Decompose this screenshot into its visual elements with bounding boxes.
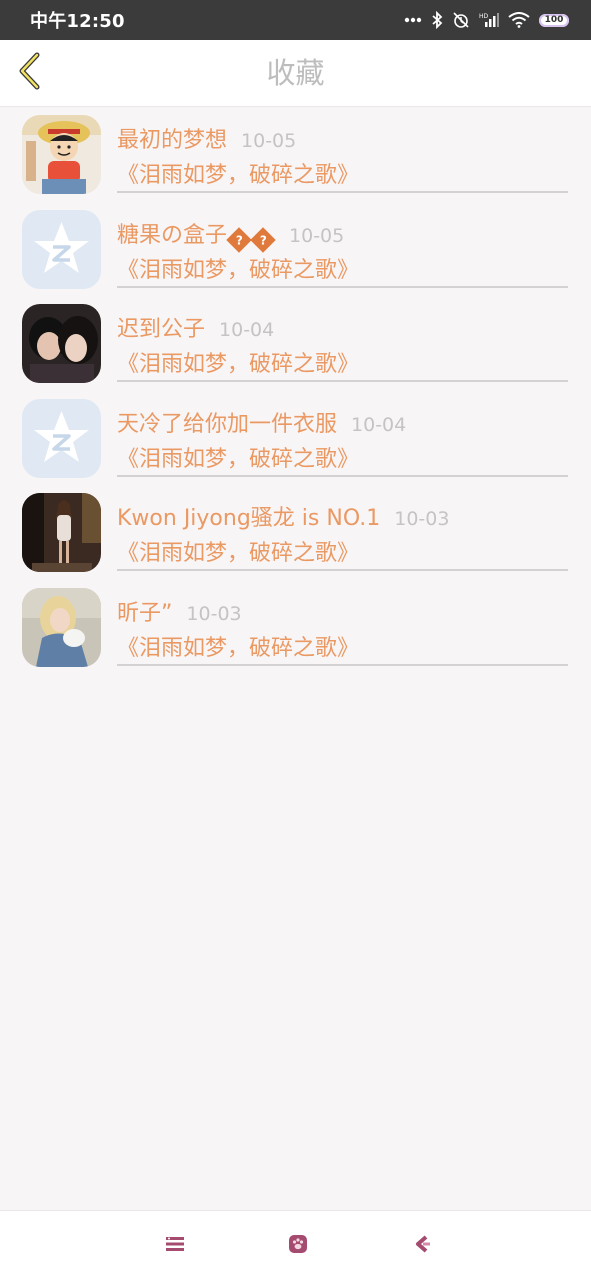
back-arrow-icon <box>414 1235 432 1257</box>
username[interactable]: 天冷了给你加一件衣服 <box>117 412 337 437</box>
song-title[interactable]: 《泪雨如梦，破碎之歌》 <box>117 346 359 378</box>
date: 10-05 <box>289 224 345 247</box>
date: 10-05 <box>241 130 297 152</box>
page-title: 收藏 <box>266 56 325 90</box>
user-avatar[interactable] <box>22 304 101 384</box>
status-time: 中午12:50 <box>30 11 125 32</box>
song-title[interactable]: 《泪雨如梦，破碎之歌》 <box>117 630 359 662</box>
song-title[interactable]: 《泪雨如梦，破碎之歌》 <box>117 157 359 189</box>
favorites-list: 最初的梦想 10-05 《泪雨如梦，破碎之歌》 糖果の盒子?? 10-05 《泪雨如… <box>0 107 591 675</box>
status-bar: 中午12:50 HD 100 <box>0 0 591 40</box>
favorites-screen: 中午12:50 HD 100 收藏 最初的梦想 10-05 《泪雨如梦，破碎之歌… <box>0 0 591 1280</box>
song-title[interactable]: 《泪雨如梦，破碎之歌》 <box>117 535 359 567</box>
status-icons: HD 100 <box>404 11 569 29</box>
date: 10-03 <box>394 508 450 531</box>
home-button[interactable] <box>283 1231 313 1261</box>
username[interactable]: Kwon Jiyong骚龙 is NO.1 <box>117 506 380 531</box>
wifi-icon <box>508 12 530 28</box>
bluetooth-icon <box>431 11 443 29</box>
hd-signal-icon: HD <box>479 12 499 28</box>
list-item[interactable]: 迟到公子 10-04 《泪雨如梦，破碎之歌》 <box>0 296 591 391</box>
item-text: Kwon Jiyong骚龙 is NO.1 10-03 《泪雨如梦，破碎之歌》 <box>117 485 568 572</box>
user-avatar[interactable] <box>22 209 101 289</box>
song-title[interactable]: 《泪雨如梦，破碎之歌》 <box>117 252 359 284</box>
back-nav-button[interactable] <box>408 1231 438 1261</box>
item-text: 糖果の盒子?? 10-05 《泪雨如梦，破碎之歌》 <box>117 202 568 288</box>
unknown-glyph-icon: ? <box>250 226 276 253</box>
more-dots-icon <box>404 17 422 23</box>
date: 10-04 <box>219 319 275 342</box>
username[interactable]: 糖果の盒子?? <box>117 223 276 253</box>
unknown-glyph-icon: ? <box>226 226 252 253</box>
chevron-left-icon <box>17 52 43 94</box>
bottom-nav <box>0 1210 591 1280</box>
username[interactable]: 昕子” <box>117 601 172 626</box>
svg-text:HD: HD <box>479 13 489 20</box>
item-text: 昕子” 10-03 《泪雨如梦，破碎之歌》 <box>117 580 568 666</box>
item-text: 最初的梦想 10-05 《泪雨如梦，破碎之歌》 <box>117 107 568 193</box>
header-bar: 收藏 <box>0 40 591 107</box>
item-text: 天冷了给你加一件衣服 10-04 《泪雨如梦，破碎之歌》 <box>117 391 568 477</box>
list-item[interactable]: 天冷了给你加一件衣服 10-04 《泪雨如梦，破碎之歌》 <box>0 391 591 486</box>
list-item[interactable]: Kwon Jiyong骚龙 is NO.1 10-03 《泪雨如梦，破碎之歌》 <box>0 485 591 580</box>
date: 10-03 <box>186 602 242 625</box>
alarm-off-icon <box>452 11 470 29</box>
user-avatar[interactable] <box>22 587 101 667</box>
paw-icon <box>288 1234 308 1258</box>
list-item[interactable]: 昕子” 10-03 《泪雨如梦，破碎之歌》 <box>0 580 591 675</box>
back-button[interactable] <box>10 50 50 96</box>
menu-list-icon <box>165 1235 185 1257</box>
battery-icon: 100 <box>539 13 569 27</box>
item-text: 迟到公子 10-04 《泪雨如梦，破碎之歌》 <box>117 296 568 383</box>
song-title[interactable]: 《泪雨如梦，破碎之歌》 <box>117 441 359 473</box>
user-avatar[interactable] <box>22 115 101 194</box>
list-item[interactable]: 糖果の盒子?? 10-05 《泪雨如梦，破碎之歌》 <box>0 202 591 297</box>
user-avatar[interactable] <box>22 398 101 478</box>
user-avatar[interactable] <box>22 493 101 573</box>
menu-button[interactable] <box>160 1231 190 1261</box>
list-item[interactable]: 最初的梦想 10-05 《泪雨如梦，破碎之歌》 <box>0 107 591 202</box>
date: 10-04 <box>351 413 407 436</box>
username[interactable]: 最初的梦想 <box>117 128 227 153</box>
username[interactable]: 迟到公子 <box>117 317 205 342</box>
